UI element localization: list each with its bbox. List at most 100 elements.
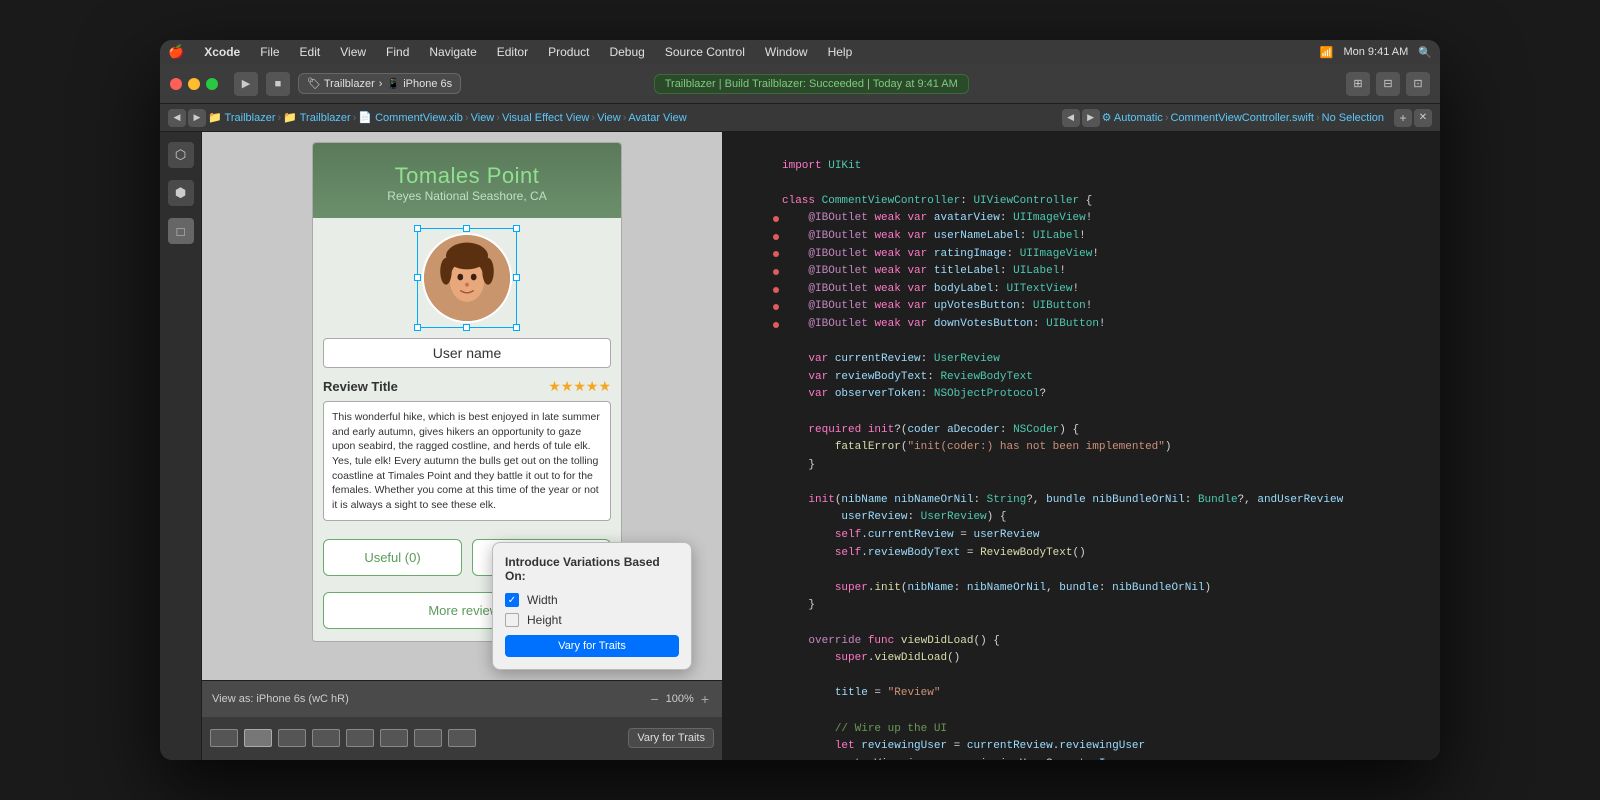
code-editor: import UIKit class CommentViewController… xyxy=(722,132,1440,760)
code-line: } xyxy=(722,597,1440,615)
scheme-selector[interactable]: 🏷 Trailblazer › 📱 iPhone 6s xyxy=(298,73,461,94)
resize-handle-tl[interactable] xyxy=(414,225,421,232)
breadcrumb-file[interactable]: CommentViewController.swift xyxy=(1170,112,1313,124)
menu-product[interactable]: Product xyxy=(544,45,593,59)
useful-button[interactable]: Useful (0) xyxy=(323,539,462,576)
nav-right-button[interactable]: ▶ xyxy=(188,109,206,127)
menu-editor[interactable]: Editor xyxy=(493,45,532,59)
device-icon-7[interactable] xyxy=(414,729,442,747)
scheme-name: 🏷 Trailblazer xyxy=(307,77,375,90)
zoom-out-button[interactable]: − xyxy=(647,691,661,707)
zoom-percent: 100% xyxy=(666,693,694,705)
layout-toggle-button[interactable]: ⊟ xyxy=(1376,72,1400,96)
resize-handle-tm[interactable] xyxy=(463,225,470,232)
navigator-icon-1[interactable]: ⬡ xyxy=(168,142,194,168)
height-option-row: Height xyxy=(505,613,679,627)
menu-window[interactable]: Window xyxy=(761,45,812,59)
navigator-icon-2[interactable]: ⬢ xyxy=(168,180,194,206)
device-icon-4[interactable] xyxy=(312,729,340,747)
close-editor-button[interactable]: ✕ xyxy=(1414,109,1432,127)
add-editor-button[interactable]: + xyxy=(1394,109,1412,127)
breadcrumb-automatic[interactable]: ⚙ Automatic xyxy=(1102,111,1163,124)
code-line: self.currentReview = userReview xyxy=(722,527,1440,545)
menu-find[interactable]: Find xyxy=(382,45,413,59)
device-icon-2[interactable] xyxy=(244,729,272,747)
zoom-in-button[interactable]: + xyxy=(698,691,712,707)
nav-toggle-button[interactable]: ⊞ xyxy=(1346,72,1370,96)
selection-box xyxy=(417,228,517,328)
code-line: var currentReview: UserReview xyxy=(722,351,1440,369)
device-icon-1[interactable] xyxy=(210,729,238,747)
device-icon-5[interactable] xyxy=(346,729,374,747)
vary-btn-bottom[interactable]: Vary for Traits xyxy=(628,728,714,748)
menu-help[interactable]: Help xyxy=(824,45,857,59)
device-icon-8[interactable] xyxy=(448,729,476,747)
breadcrumb-item-1[interactable]: 📁 Trailblazer xyxy=(208,111,276,124)
close-button[interactable] xyxy=(170,78,182,90)
ib-canvas: Tomales Point Reyes National Seashore, C… xyxy=(202,132,722,760)
menu-xcode[interactable]: Xcode xyxy=(200,45,244,59)
code-line: @IBOutlet weak var bodyLabel: UITextView… xyxy=(722,281,1440,299)
username-field: User name xyxy=(313,333,621,378)
apple-logo[interactable]: 🍎 xyxy=(168,44,184,60)
breadcrumb-item-6[interactable]: View xyxy=(597,112,621,124)
resize-handle-tr[interactable] xyxy=(513,225,520,232)
code-line: @IBOutlet weak var avatarView: UIImageVi… xyxy=(722,210,1440,228)
review-body[interactable]: This wonderful hike, which is best enjoy… xyxy=(323,401,611,521)
avatar-container[interactable] xyxy=(422,233,512,323)
code-line: @IBOutlet weak var upVotesButton: UIButt… xyxy=(722,298,1440,316)
resize-handle-br[interactable] xyxy=(513,324,520,331)
height-checkbox[interactable] xyxy=(505,613,519,627)
menu-source-control[interactable]: Source Control xyxy=(661,45,749,59)
code-line: self.reviewBodyText = ReviewBodyText() xyxy=(722,545,1440,563)
avatar-section xyxy=(313,218,621,333)
breadcrumb-item-2[interactable]: 📁 Trailblazer xyxy=(283,111,351,124)
code-content[interactable]: import UIKit class CommentViewController… xyxy=(722,132,1440,760)
main-content: ⬡ ⬢ □ Tomales Point Reyes National Seash… xyxy=(160,132,1440,760)
breadcrumb-item-5[interactable]: Visual Effect View xyxy=(502,112,589,124)
code-line: var observerToken: NSObjectProtocol? xyxy=(722,386,1440,404)
username-input[interactable]: User name xyxy=(323,338,611,368)
fullscreen-button[interactable] xyxy=(206,78,218,90)
resize-handle-ml[interactable] xyxy=(414,274,421,281)
menu-edit[interactable]: Edit xyxy=(296,45,325,59)
toolbar-right: ⊞ ⊟ ⊡ xyxy=(1346,72,1430,96)
menu-debug[interactable]: Debug xyxy=(605,45,648,59)
code-line: class CommentViewController: UIViewContr… xyxy=(722,193,1440,211)
breadcrumb-item-7[interactable]: Avatar View xyxy=(628,112,686,124)
breadcrumb-item-4[interactable]: View xyxy=(471,112,495,124)
code-line xyxy=(722,703,1440,721)
stars-display: ★★★★★ xyxy=(548,378,611,395)
nav-back-button[interactable]: ◀ xyxy=(1062,109,1080,127)
build-status: Trailblazer | Build Trailblazer: Succeed… xyxy=(654,74,969,94)
minimize-button[interactable] xyxy=(188,78,200,90)
code-line: init(nibName nibNameOrNil: String?, bund… xyxy=(722,492,1440,510)
stop-button[interactable]: ■ xyxy=(266,72,290,96)
width-label: Width xyxy=(527,593,558,607)
search-icon[interactable]: 🔍 xyxy=(1418,46,1432,59)
resize-handle-bl[interactable] xyxy=(414,324,421,331)
menu-file[interactable]: File xyxy=(256,45,283,59)
device-icon-3[interactable] xyxy=(278,729,306,747)
view-as-label: View as: iPhone 6s (wC hR) xyxy=(212,693,349,705)
menu-navigate[interactable]: Navigate xyxy=(425,45,480,59)
nav-left-button[interactable]: ◀ xyxy=(168,109,186,127)
menu-view[interactable]: View xyxy=(336,45,370,59)
device-icon-6[interactable] xyxy=(380,729,408,747)
code-line xyxy=(722,562,1440,580)
navigator-icon-3[interactable]: □ xyxy=(168,218,194,244)
run-button[interactable]: ▶ xyxy=(234,72,258,96)
code-line: @IBOutlet weak var ratingImage: UIImageV… xyxy=(722,246,1440,264)
traffic-lights xyxy=(170,78,218,90)
resize-handle-mr[interactable] xyxy=(513,274,520,281)
breadcrumb-item-3[interactable]: 📄 CommentView.xib xyxy=(358,111,463,124)
code-line: let reviewingUser = currentReview.review… xyxy=(722,738,1440,756)
vary-for-traits-button[interactable]: Vary for Traits xyxy=(505,635,679,657)
code-line xyxy=(722,474,1440,492)
resize-handle-bm[interactable] xyxy=(463,324,470,331)
width-checkbox[interactable]: ✓ xyxy=(505,593,519,607)
code-line: userReview: UserReview) { xyxy=(722,509,1440,527)
breadcrumb-selection[interactable]: No Selection xyxy=(1322,112,1384,124)
nav-forward-button[interactable]: ▶ xyxy=(1082,109,1100,127)
inspector-toggle-button[interactable]: ⊡ xyxy=(1406,72,1430,96)
